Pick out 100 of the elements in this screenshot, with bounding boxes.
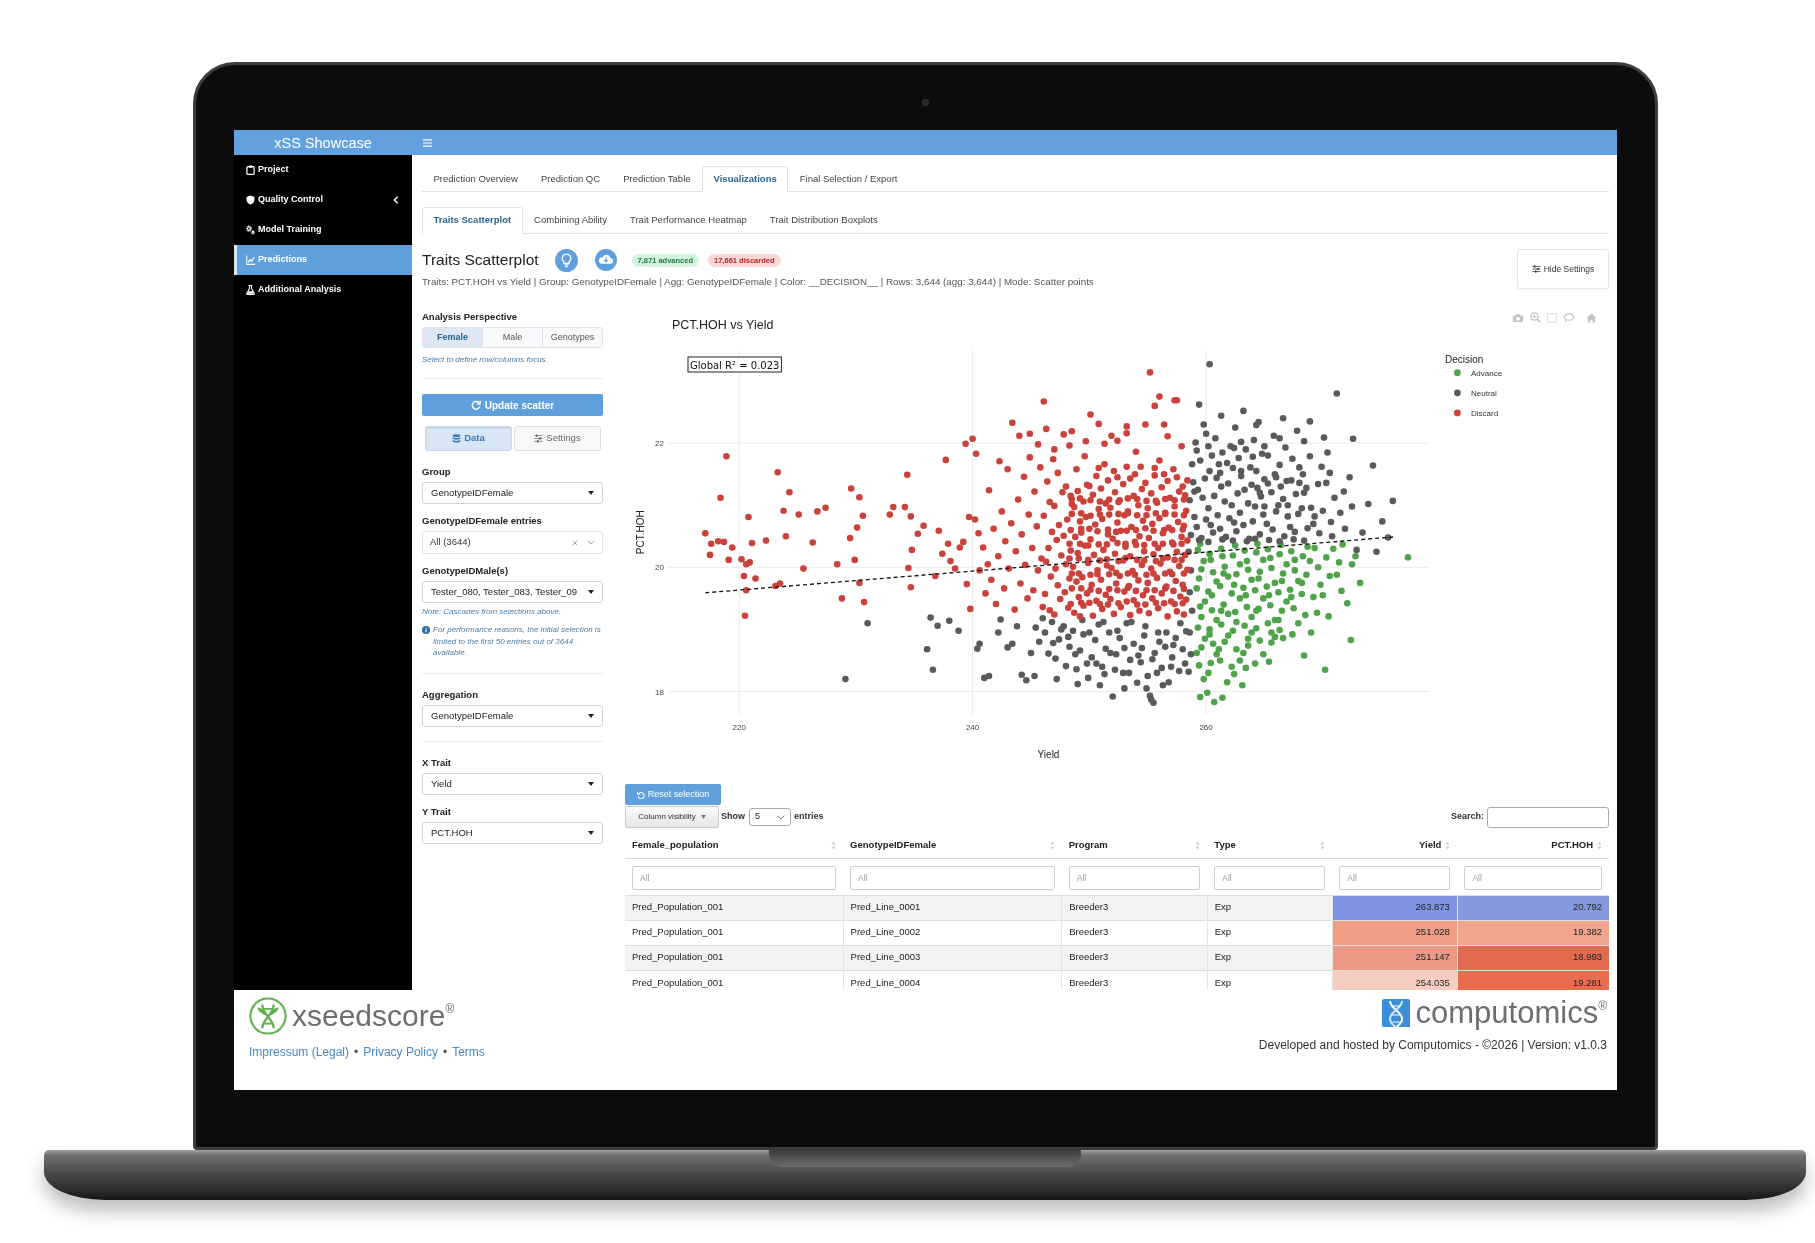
select-field[interactable]: Yield (422, 772, 603, 795)
axis-title: Yield (1037, 749, 1060, 760)
column-header[interactable]: Yield (1332, 833, 1458, 858)
filter-field[interactable]: All (1464, 865, 1602, 890)
caret-down-icon (588, 491, 594, 495)
column-header[interactable]: Program (1061, 833, 1208, 858)
view-tab[interactable]: Settings (514, 426, 601, 451)
multiselect-field[interactable]: All (3644) (422, 531, 603, 554)
chevron-down-icon (587, 540, 595, 545)
table-cell: Exp (1207, 970, 1333, 990)
clipboard-icon (246, 165, 255, 175)
home-icon[interactable] (1586, 312, 1597, 323)
tab[interactable]: Prediction Table (611, 166, 703, 192)
tab[interactable]: Trait Distribution Boxplots (758, 207, 890, 234)
column-header[interactable]: Female_population (625, 833, 844, 858)
table-cell: Breeder3 (1061, 920, 1208, 945)
tab[interactable]: Final Selection / Export (788, 166, 909, 192)
sidebar-item[interactable]: Project (234, 155, 412, 185)
partner-logo-text: computomics$^{®}$ (1415, 996, 1607, 1030)
page-size-select[interactable]: 5 (749, 808, 791, 826)
menu-icon[interactable] (423, 138, 432, 147)
select-field[interactable]: GenotypeIDFemale (422, 482, 603, 504)
lasso-icon[interactable] (1563, 312, 1574, 323)
select-field[interactable]: GenotypeIDFemale (422, 704, 603, 727)
tick-label: 18 (655, 687, 664, 697)
select-field[interactable]: Tester_080, Tester_083, Tester_09 (422, 581, 603, 603)
footer-link[interactable]: Privacy Policy (363, 1044, 438, 1060)
cloud-download-icon[interactable] (594, 249, 617, 271)
segment-option[interactable]: Female (423, 328, 482, 347)
table-cell: Pred_Line_0003 (843, 945, 1062, 970)
field-label: Group (422, 465, 452, 479)
sidebar-item[interactable]: Quality Control (234, 185, 412, 215)
field-label: X Trait (422, 755, 453, 770)
line-chart-icon (246, 255, 255, 265)
filter-field[interactable]: All (850, 865, 1055, 890)
select-field[interactable]: PCT.HOH (422, 821, 603, 844)
filter-field[interactable]: All (1339, 865, 1451, 890)
legend-marker-icon[interactable] (1454, 409, 1461, 417)
info-icon (422, 626, 430, 634)
tab[interactable]: Combining Ability (522, 207, 619, 234)
box-select-icon[interactable] (1547, 312, 1557, 323)
view-tab[interactable]: Data (425, 426, 512, 451)
field-label: Aggregation (422, 687, 479, 702)
sort-icon (831, 840, 837, 850)
dna-logo-icon (1380, 997, 1411, 1029)
legend-label[interactable]: Advance (1471, 368, 1503, 378)
sort-icon (1597, 840, 1602, 850)
tab[interactable]: Trait Performance Heatmap (618, 207, 759, 234)
tab[interactable]: Traits Scatterplot (422, 207, 523, 234)
hide-settings-button[interactable]: Hide Settings (1517, 249, 1609, 289)
filter-field[interactable]: All (632, 865, 837, 890)
panel-title: Traits Scatterplot (422, 250, 539, 270)
chart-title: PCT.HOH vs Yield (672, 318, 774, 332)
sidebar-item[interactable]: Additional Analysis (234, 275, 412, 305)
footer-link[interactable]: Terms (452, 1044, 485, 1060)
legend-marker-icon[interactable] (1454, 389, 1461, 397)
separator-text: • (354, 1044, 359, 1060)
segment-option[interactable]: Male (482, 328, 542, 347)
table-cell: 18.993 (1457, 945, 1609, 970)
tab[interactable]: Prediction Overview (422, 166, 530, 192)
credit-text: Developed and hosted by Computomics - ©2026 | Version: v1.0.3 (1258, 1038, 1607, 1052)
tab[interactable]: Visualizations (702, 166, 789, 192)
clear-icon[interactable] (572, 539, 578, 546)
table-cell: 254.035 (1332, 970, 1458, 990)
field-label: Analysis Perspective (422, 310, 519, 324)
legend-label[interactable]: Discard (1471, 408, 1499, 418)
chevron-down-icon (777, 814, 785, 820)
sort-icon (1320, 840, 1326, 850)
separator-text: • (442, 1044, 448, 1060)
table-cell: Pred_Population_001 (625, 920, 844, 945)
app-title: xSS Showcase (274, 133, 372, 152)
legend-marker-icon[interactable] (1454, 369, 1461, 377)
table-cell: Pred_Line_0002 (843, 920, 1062, 945)
legend-label[interactable]: Neutral (1471, 388, 1497, 398)
info-text: For performance reasons, the initial selection is limited to the first 50 entries out of 3644 available. (433, 624, 602, 659)
zoom-in-icon[interactable] (1530, 312, 1541, 323)
column-header[interactable]: GenotypeIDFemale (843, 833, 1062, 858)
lightbulb-icon[interactable] (554, 248, 578, 272)
tab[interactable]: Prediction QC (529, 166, 612, 192)
column-visibility-button[interactable]: Column visibility (625, 806, 719, 828)
table-cell: 20.792 (1457, 895, 1609, 920)
tick-label: 220 (732, 722, 746, 732)
sidebar-item[interactable]: Model Training (234, 215, 412, 245)
table-cell: Pred_Population_001 (625, 895, 844, 920)
camera-icon[interactable] (1512, 312, 1524, 323)
field-label: GenotypeIDMale(s) (422, 564, 510, 578)
axis-title: PCT.HOH (635, 510, 646, 555)
table-cell: Pred_Population_001 (625, 945, 844, 970)
tick-label: 260 (1199, 722, 1213, 732)
segment-option[interactable]: Genotypes (542, 328, 602, 347)
column-header[interactable]: PCT.HOH (1457, 833, 1609, 858)
footer-link[interactable]: Impressum (Legal) (249, 1044, 350, 1060)
table-cell: Breeder3 (1061, 970, 1208, 990)
filter-field[interactable]: All (1214, 865, 1326, 890)
table-cell: Breeder3 (1061, 945, 1208, 970)
caret-down-icon (588, 590, 594, 594)
filter-field[interactable]: All (1068, 865, 1201, 890)
search-field[interactable] (1487, 806, 1609, 828)
length-label: Show (721, 810, 745, 824)
column-header[interactable]: Type (1207, 833, 1333, 858)
